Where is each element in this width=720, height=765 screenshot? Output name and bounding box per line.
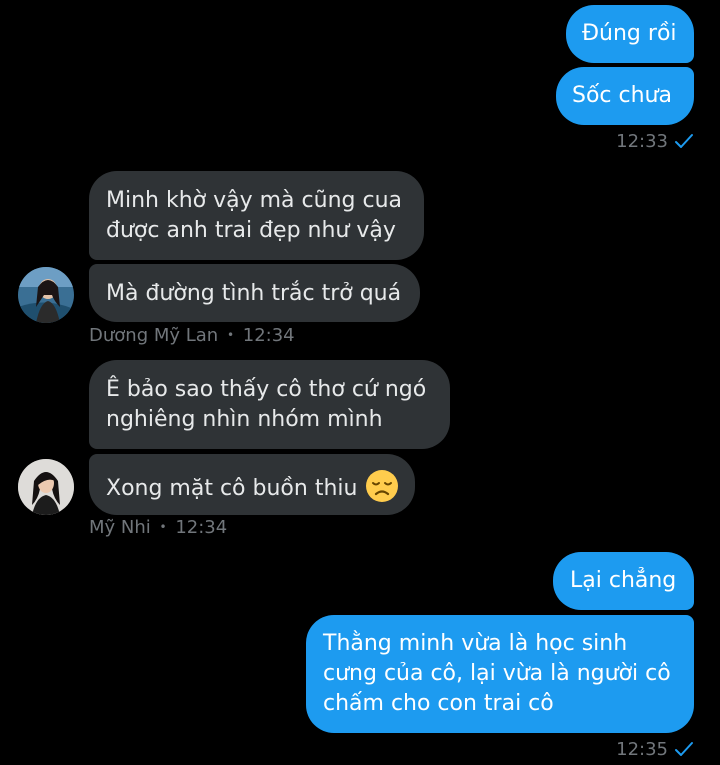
message-text: Sốc chưa [572,83,672,108]
message-text-line: được anh trai đẹp như vậy [106,218,396,243]
avatar[interactable] [18,267,74,323]
message-bubble-outgoing[interactable]: Thằng minh vừa là học sinh cưng của cô, … [306,615,694,733]
sent-check-icon [675,134,693,148]
message-bubble-outgoing[interactable]: Lại chẳng [553,552,694,610]
separator-dot: • [226,328,235,342]
message-bubble-outgoing[interactable]: Đúng rồi [566,5,694,63]
message-text-line: Minh khờ vậy mà cũng cua [106,188,402,213]
message-bubble-incoming[interactable]: Xong mặt cô buồn thiu [89,454,415,515]
disappointed-face-icon [366,470,399,502]
message-bubble-outgoing[interactable]: Sốc chưa [556,67,694,125]
message-timestamp: 12:33 [560,131,694,153]
sender-info: Mỹ Nhi • 12:34 [89,516,227,539]
sender-name: Dương Mỹ Lan [89,325,219,346]
sender-info: Dương Mỹ Lan • 12:34 [89,324,295,347]
message-text: Mà đường tình trắc trở quá [106,281,402,306]
timestamp-text: 12:35 [616,739,668,760]
message-text-line: chấm cho con trai cô [323,691,554,716]
message-bubble-incoming[interactable]: Mà đường tình trắc trở quá [89,264,420,322]
separator-dot: • [159,520,167,534]
message-timestamp: 12:35 [560,739,694,761]
sender-name: Mỹ Nhi [89,517,151,538]
message-text-line: Thằng minh vừa là học sinh [323,631,628,656]
message-text-line: nghiêng nhìn nhóm mình [106,407,383,432]
sender-time: 12:34 [242,325,295,346]
message-text-row: Xong mặt cô buồn thiu [106,469,415,504]
message-bubble-incoming[interactable]: Ê bảo sao thấy cô thơ cứ ngó nghiêng nhì… [89,360,450,449]
avatar-image [18,267,74,323]
avatar[interactable] [18,459,74,515]
sent-check-icon [675,742,693,756]
message-text: Đúng rồi [582,21,677,46]
avatar-image [18,459,74,515]
message-text-line: cưng của cô, lại vừa là người cô [323,661,671,686]
message-text-line: Ê bảo sao thấy cô thơ cứ ngó [106,377,427,402]
message-text: Lại chẳng [570,568,677,593]
message-bubble-incoming[interactable]: Minh khờ vậy mà cũng cua được anh trai đ… [89,171,424,260]
sender-time: 12:34 [175,517,228,538]
message-text: Xong mặt cô buồn thiu [106,476,358,501]
timestamp-text: 12:33 [616,131,668,152]
